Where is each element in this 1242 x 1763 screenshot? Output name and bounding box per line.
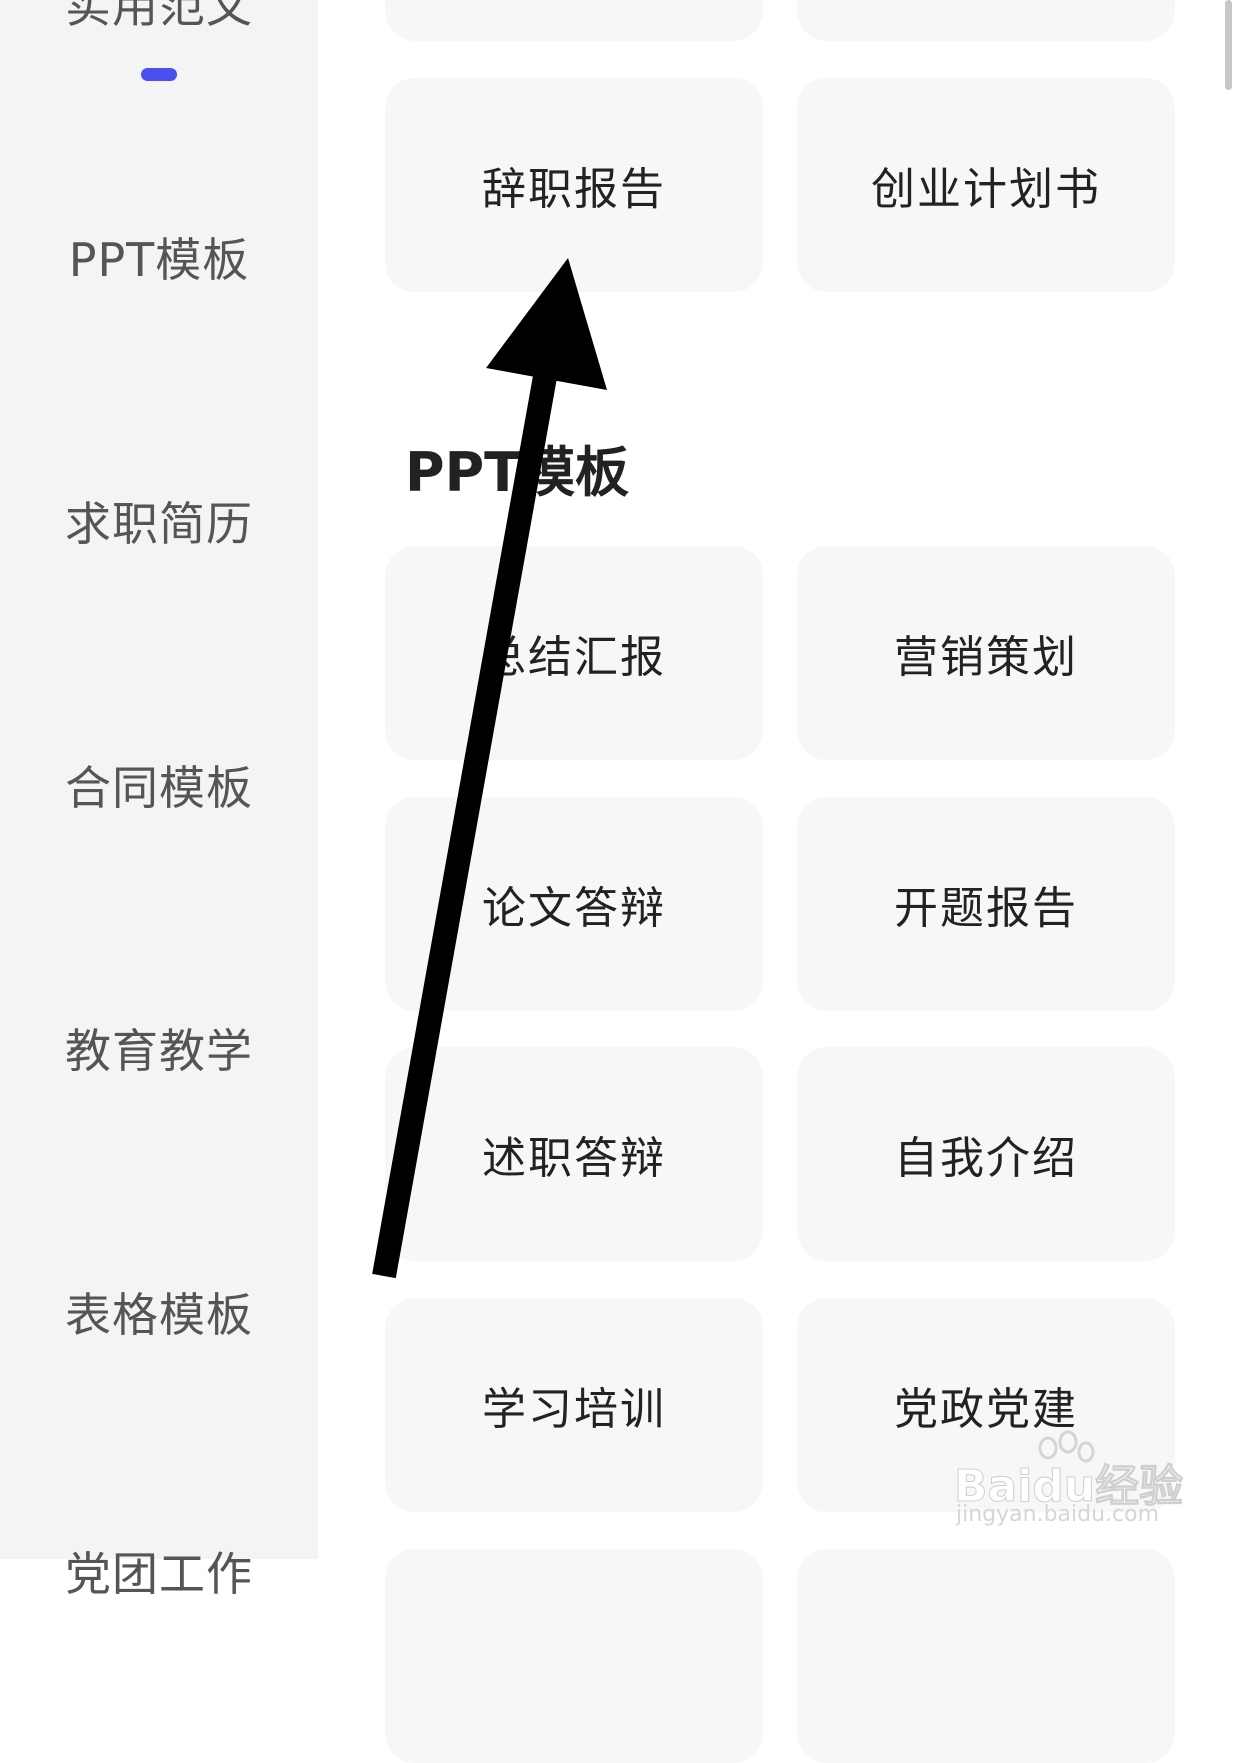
card-partial-bottom-left[interactable] xyxy=(385,1549,763,1763)
arrow-icon xyxy=(372,258,607,1279)
watermark-url: jingyan.baidu.com xyxy=(956,1502,1160,1527)
card-partial-bottom-right[interactable] xyxy=(797,1549,1175,1763)
baidu-jingyan-watermark: Baidu经验 jingyan.baidu.com xyxy=(950,1430,1190,1540)
